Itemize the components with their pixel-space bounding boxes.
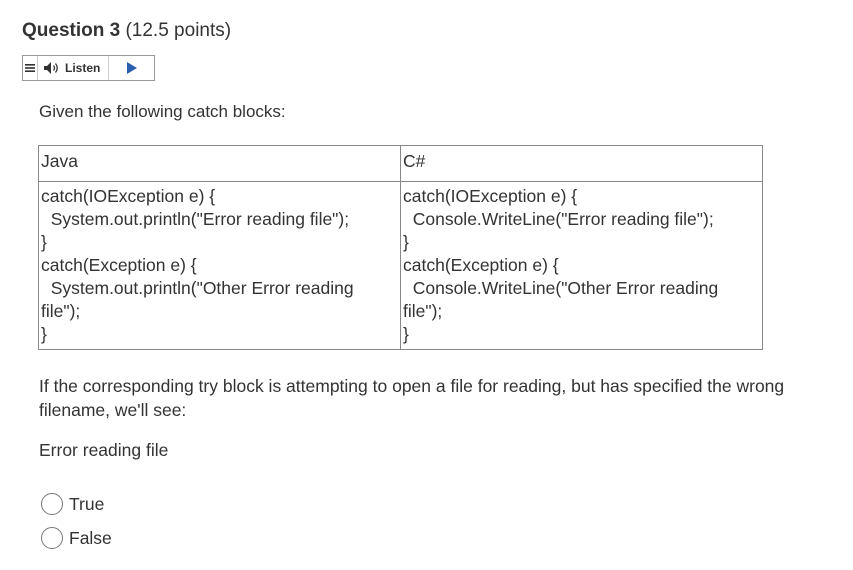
play-button[interactable]: [109, 56, 154, 80]
option-true-label: True: [69, 493, 105, 514]
option-true[interactable]: True: [41, 493, 104, 515]
catch-blocks-table: Java C# catch(IOException e) { System.ou…: [38, 145, 763, 350]
play-icon: [126, 62, 137, 74]
code-line: Console.WriteLine("Error reading file");: [403, 209, 714, 229]
question-number: Question 3: [22, 20, 121, 41]
code-line: }: [403, 232, 409, 252]
speaker-icon: [44, 62, 58, 74]
listen-button[interactable]: Listen: [38, 56, 110, 80]
code-line: }: [41, 324, 47, 344]
listen-label: Listen: [65, 61, 101, 75]
option-false[interactable]: False: [41, 527, 112, 549]
radio-false[interactable]: [41, 527, 63, 549]
java-code: catch(IOException e) { System.out.printl…: [38, 181, 401, 350]
code-line: catch(Exception e) {: [403, 255, 559, 275]
csharp-header: C#: [400, 145, 763, 182]
code-line: catch(IOException e) {: [41, 186, 216, 206]
code-line: System.out.println("Other Error reading: [41, 278, 354, 298]
java-header: Java: [38, 145, 401, 182]
code-line: }: [41, 232, 47, 252]
question-statement: Error reading file: [39, 440, 169, 460]
csharp-code: catch(IOException e) { Console.WriteLine…: [400, 181, 763, 350]
code-line: file");: [403, 301, 443, 321]
question-prompt: If the corresponding try block is attemp…: [39, 376, 785, 420]
question-points: (12.5 points): [125, 20, 232, 41]
intro-text: Given the following catch blocks:: [39, 102, 286, 121]
listen-menu-icon[interactable]: [23, 56, 38, 80]
code-line: catch(Exception e) {: [41, 255, 197, 275]
option-false-label: False: [69, 527, 112, 548]
code-line: file");: [41, 301, 81, 321]
code-line: System.out.println("Error reading file")…: [41, 209, 350, 229]
code-line: Console.WriteLine("Other Error reading: [403, 278, 719, 298]
code-line: }: [403, 324, 409, 344]
listen-toolbar: Listen: [22, 55, 155, 81]
radio-true[interactable]: [41, 493, 63, 515]
code-line: catch(IOException e) {: [403, 186, 578, 206]
question-title: Question 3 (12.5 points): [22, 20, 231, 42]
